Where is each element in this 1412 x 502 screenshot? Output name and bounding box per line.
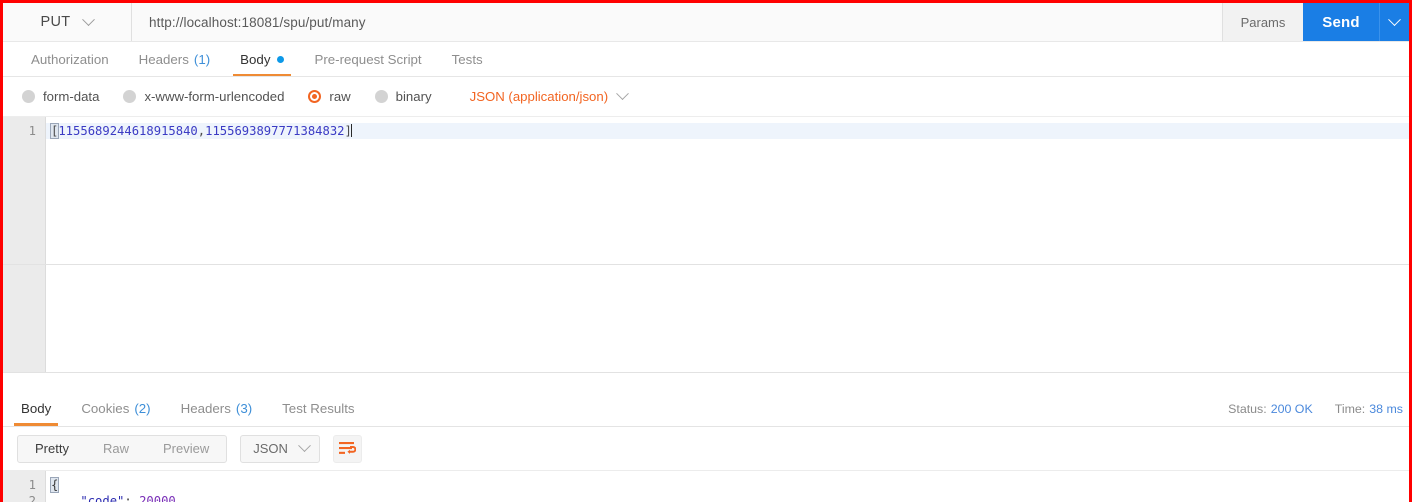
tab-label: Cookies	[81, 401, 130, 416]
tab-body[interactable]: Body	[225, 42, 299, 76]
response-code-area[interactable]: { "code": 20000, "flag": true, "message"…	[46, 471, 1409, 502]
send-options-button[interactable]	[1379, 3, 1409, 41]
params-button[interactable]: Params	[1222, 3, 1303, 41]
http-method-label: PUT	[40, 14, 71, 30]
line-number: 2	[28, 494, 36, 502]
tab-label: Tests	[451, 51, 483, 67]
spu-id-2: 1155693897771384832	[205, 124, 345, 138]
text-caret	[350, 124, 352, 137]
radio-icon	[123, 90, 137, 103]
tab-label: Headers	[138, 51, 189, 67]
request-gutter: 1	[3, 117, 46, 264]
request-editor-empty-area[interactable]	[3, 265, 1409, 373]
tab-label: Body	[240, 51, 271, 67]
word-wrap-icon	[338, 442, 356, 454]
tab-authorization[interactable]: Authorization	[16, 42, 124, 76]
tab-label: Test Results	[282, 401, 355, 416]
tab-count: (3)	[235, 401, 253, 416]
body-type-binary[interactable]: binary	[374, 89, 432, 104]
body-type-row: form-data x-www-form-urlencoded raw bina…	[3, 77, 1409, 117]
request-url-bar: PUT http://localhost:18081/spu/put/many …	[3, 3, 1409, 42]
content-type-select[interactable]: JSON (application/json)	[469, 87, 629, 104]
body-type-raw[interactable]: raw	[308, 89, 351, 104]
tab-label: Headers	[180, 401, 231, 416]
line-number: 1	[28, 124, 36, 138]
body-type-x-www-form-urlencoded[interactable]: x-www-form-urlencoded	[123, 89, 284, 104]
chevron-down-icon	[298, 439, 311, 453]
response-tabs: Body Cookies (2) Headers (3) Test Result…	[3, 391, 1409, 427]
request-body-editor[interactable]: 1 [1155689244618915840,11556938977713848…	[3, 117, 1409, 265]
request-code-filler[interactable]	[46, 265, 1409, 372]
code-line: [1155689244618915840,1155693897771384832…	[46, 123, 1409, 139]
tab-label: Authorization	[31, 51, 109, 67]
postman-window: PUT http://localhost:18081/spu/put/many …	[0, 0, 1412, 502]
modified-dot-icon	[277, 55, 285, 63]
body-type-label: x-www-form-urlencoded	[144, 89, 285, 104]
brace-open: {	[49, 477, 60, 493]
chevron-down-icon	[616, 87, 629, 101]
body-type-form-data[interactable]: form-data	[22, 89, 99, 104]
code-line: {	[46, 477, 1409, 493]
url-input[interactable]: http://localhost:18081/spu/put/many	[132, 3, 1222, 41]
panel-divider	[3, 373, 1409, 391]
response-gutter: 1 2 3 4 5	[3, 471, 46, 502]
radio-icon	[22, 90, 35, 103]
json-colon: :	[124, 494, 140, 502]
json-key: "code"	[80, 494, 125, 502]
content-type-label: JSON (application/json)	[469, 89, 609, 104]
tab-pre-request-script[interactable]: Pre-request Script	[299, 42, 436, 76]
response-format-select[interactable]: JSON	[240, 434, 320, 463]
response-tab-body[interactable]: Body	[6, 392, 66, 426]
response-tab-test-results[interactable]: Test Results	[267, 392, 369, 426]
view-mode-raw[interactable]: Raw	[86, 436, 146, 462]
request-code-area[interactable]: [1155689244618915840,1155693897771384832…	[46, 117, 1409, 264]
status-indicator: Status: 200 OK	[1228, 402, 1313, 416]
radio-icon	[374, 90, 388, 103]
status-value: 200 OK	[1270, 401, 1313, 416]
view-mode-preview[interactable]: Preview	[146, 436, 226, 462]
send-button[interactable]: Send	[1303, 3, 1379, 41]
body-type-label: form-data	[43, 89, 100, 104]
tab-headers[interactable]: Headers (1)	[124, 42, 226, 76]
response-meta: Status: 200 OK Time: 38 ms	[1228, 402, 1409, 416]
request-gutter-filler	[3, 265, 46, 372]
request-tabs: Authorization Headers (1) Body Pre-reque…	[3, 42, 1409, 77]
line-number: 1	[28, 478, 36, 492]
time-value: 38 ms	[1369, 401, 1403, 416]
chevron-down-icon	[1388, 12, 1401, 26]
response-format-label: JSON	[253, 441, 288, 456]
status-label: Status:	[1228, 401, 1267, 416]
radio-selected-icon	[308, 90, 322, 103]
tab-count: (2)	[134, 401, 151, 416]
view-mode-pretty[interactable]: Pretty	[18, 436, 86, 462]
response-toolbar: Pretty Raw Preview JSON	[3, 427, 1409, 471]
json-value: 20000	[139, 494, 176, 502]
response-view-mode-group: Pretty Raw Preview	[17, 434, 228, 463]
body-type-label: raw	[329, 89, 351, 104]
spu-id-1: 1155689244618915840	[58, 124, 198, 138]
code-line: "code": 20000,	[46, 493, 1409, 502]
tab-tests[interactable]: Tests	[437, 42, 498, 76]
word-wrap-button[interactable]	[332, 434, 362, 463]
send-button-group: Send	[1303, 3, 1409, 41]
time-indicator: Time: 38 ms	[1335, 402, 1403, 416]
body-type-label: binary	[395, 89, 432, 104]
comma: ,	[197, 124, 206, 138]
time-label: Time:	[1334, 401, 1366, 416]
http-method-select[interactable]: PUT	[3, 3, 132, 41]
tab-label: Body	[21, 401, 52, 416]
tab-label: Pre-request Script	[314, 51, 422, 67]
chevron-down-icon	[82, 12, 96, 26]
response-body-editor[interactable]: 1 2 3 4 5 { "code": 20000, "flag": true,…	[3, 471, 1409, 502]
response-tab-cookies[interactable]: Cookies (2)	[66, 392, 165, 426]
response-tab-headers[interactable]: Headers (3)	[166, 392, 268, 426]
tab-count: (1)	[193, 51, 211, 67]
json-comma: ,	[175, 494, 184, 502]
